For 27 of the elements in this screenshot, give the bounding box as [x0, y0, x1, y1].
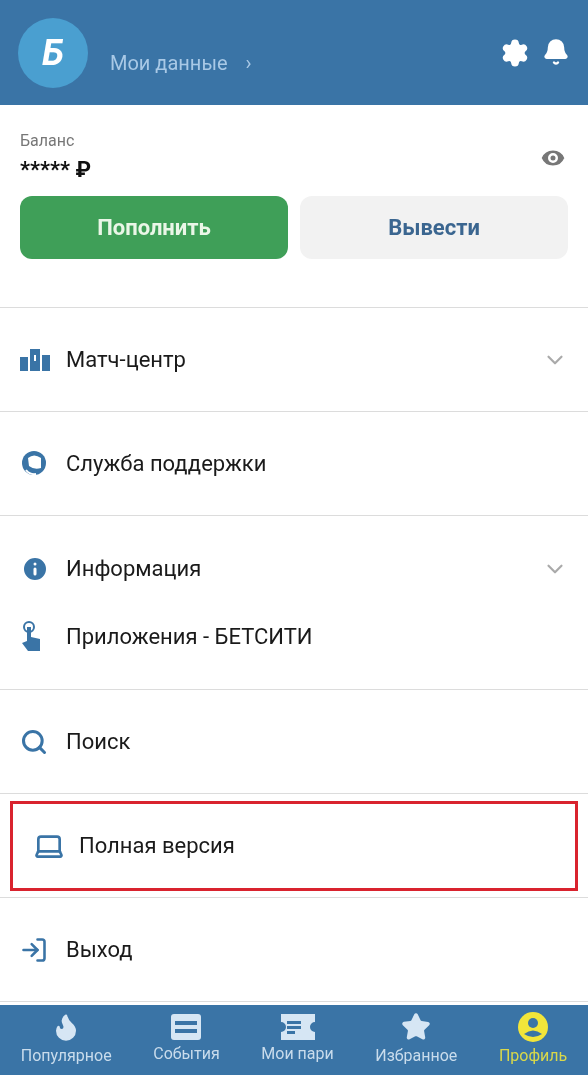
nav-tab[interactable]: Мои пари [261, 1014, 334, 1066]
star-icon [401, 1012, 432, 1042]
deposit-button[interactable]: Пополнить [20, 196, 288, 259]
menu-item[interactable]: Служба поддержки [0, 439, 588, 488]
settings-icon[interactable] [500, 37, 530, 68]
menu-item[interactable]: Матч-центр [0, 335, 588, 384]
menu-item[interactable]: Приложения - БЕТСИТИ [0, 612, 588, 661]
bell-icon[interactable] [542, 37, 570, 66]
exit-icon [20, 935, 48, 964]
card-icon [171, 1014, 202, 1040]
user-icon [518, 1012, 549, 1042]
search-icon [20, 727, 48, 756]
menu-item[interactable]: Информация [0, 544, 588, 593]
nav-tab[interactable]: Профиль [498, 1012, 568, 1068]
nav-tab[interactable]: Избранное [375, 1012, 458, 1068]
profile-link[interactable]: Мои данные › [110, 47, 252, 78]
menu-item[interactable]: Поиск [0, 717, 588, 766]
ticket-icon [280, 1014, 315, 1040]
logo-avatar: Б [18, 17, 88, 88]
nav-tab[interactable]: Популярное [20, 1012, 112, 1068]
balance-value: ***** ₽ [20, 156, 91, 184]
menu-item[interactable]: Выход [0, 925, 588, 974]
balance-label: Баланс [20, 130, 76, 152]
menu-item[interactable]: Полная версия [10, 800, 578, 891]
nav-tab[interactable]: События [153, 1014, 220, 1066]
withdraw-button[interactable]: Вывести [300, 196, 568, 259]
podium-icon [20, 348, 50, 371]
